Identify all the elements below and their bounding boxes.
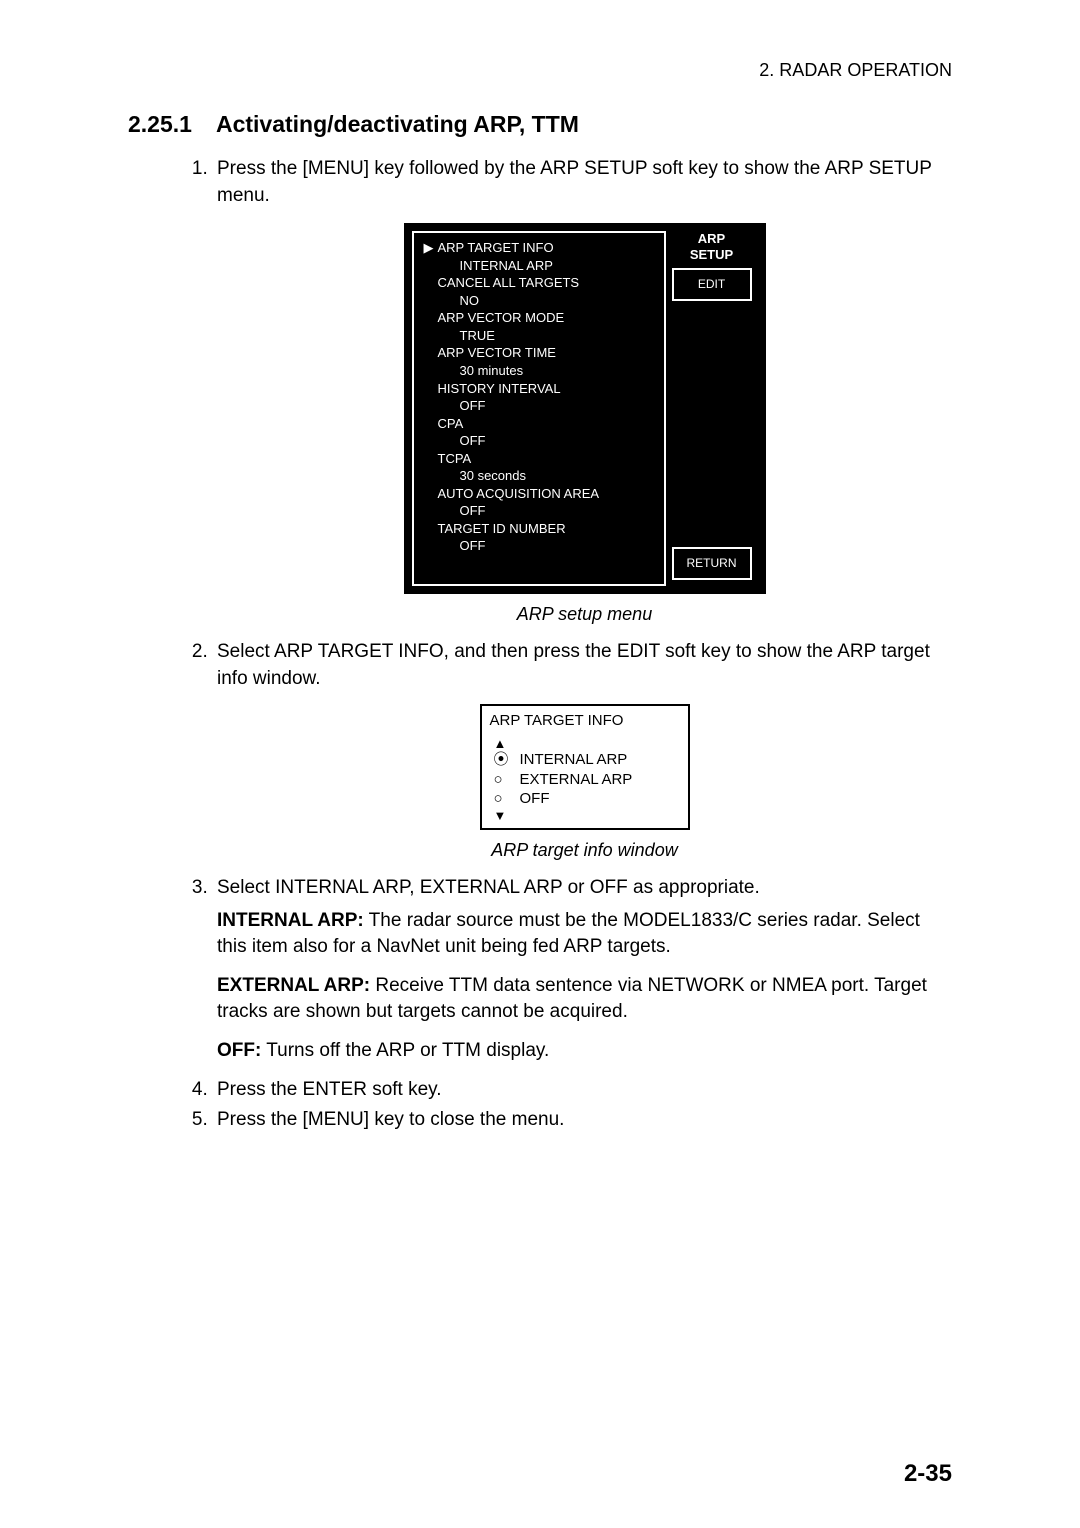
list-item: Press the [MENU] key to close the menu. <box>213 1107 952 1134</box>
menu-item-value: 30 minutes <box>424 362 654 380</box>
menu-pointer-icon: ▶ <box>424 239 438 257</box>
up-arrow-icon: ▲ <box>494 737 520 750</box>
menu-item-value: TRUE <box>424 327 654 345</box>
menu-item-label: ARP VECTOR TIME <box>438 344 654 362</box>
section-heading: 2.25.1 Activating/deactivating ARP, TTM <box>128 111 952 138</box>
menu-item-label: ARP TARGET INFO <box>438 239 654 257</box>
menu-item-label: HISTORY INTERVAL <box>438 380 654 398</box>
section-number: 2.25.1 <box>128 111 192 138</box>
definition-external: EXTERNAL ARP: Receive TTM data sentence … <box>217 973 952 1026</box>
step-5-text: Press the [MENU] key to close the menu. <box>217 1109 564 1130</box>
step-1-text: Press the [MENU] key followed by the ARP… <box>217 158 932 206</box>
radio-unselected-icon: ○ <box>494 789 520 809</box>
menu-item-label: CPA <box>438 415 654 433</box>
radio-unselected-icon: ○ <box>494 770 520 790</box>
step-list: Press the [MENU] key followed by the ARP… <box>128 156 952 1134</box>
arp-setup-sidebar: ARPSETUP EDIT RETURN <box>666 231 758 586</box>
option-label: EXTERNAL ARP <box>520 770 633 790</box>
page-number: 2-35 <box>904 1460 952 1488</box>
running-header: 2. RADAR OPERATION <box>128 60 952 81</box>
edit-softkey: EDIT <box>672 268 752 301</box>
list-item: Press the ENTER soft key. <box>213 1077 952 1104</box>
arp-target-info-figure: ARP TARGET INFO ▲ ⦿INTERNAL ARP ○EXTERNA… <box>217 704 952 830</box>
menu-item-label: CANCEL ALL TARGETS <box>438 274 654 292</box>
menu-item-value: OFF <box>424 397 654 415</box>
return-softkey: RETURN <box>672 547 752 580</box>
definition-off: OFF: Turns off the ARP or TTM display. <box>217 1038 952 1065</box>
section-title: Activating/deactivating ARP, TTM <box>216 111 579 137</box>
menu-item-value: OFF <box>424 502 654 520</box>
radio-selected-icon: ⦿ <box>494 750 520 770</box>
step-3-text: Select INTERNAL ARP, EXTERNAL ARP or OFF… <box>217 877 760 898</box>
figure-caption-2: ARP target info window <box>217 838 952 863</box>
list-item: Press the [MENU] key followed by the ARP… <box>213 156 952 627</box>
arp-setup-menu-panel: ▶ARP TARGET INFO INTERNAL ARP CANCEL ALL… <box>412 231 666 586</box>
definition-internal: INTERNAL ARP: The radar source must be t… <box>217 908 952 961</box>
step-4-text: Press the ENTER soft key. <box>217 1079 442 1100</box>
figure-caption-1: ARP setup menu <box>217 602 952 627</box>
menu-item-label: TARGET ID NUMBER <box>438 520 654 538</box>
menu-item-value: OFF <box>424 537 654 555</box>
list-item: Select ARP TARGET INFO, and then press t… <box>213 639 952 863</box>
sidebar-heading: ARPSETUP <box>666 231 758 268</box>
list-item: Select INTERNAL ARP, EXTERNAL ARP or OFF… <box>213 875 952 1065</box>
menu-item-value: INTERNAL ARP <box>424 257 654 275</box>
option-label: INTERNAL ARP <box>520 750 628 770</box>
menu-item-value: OFF <box>424 432 654 450</box>
down-arrow-icon: ▼ <box>494 809 520 822</box>
arp-setup-figure: ▶ARP TARGET INFO INTERNAL ARP CANCEL ALL… <box>217 223 952 594</box>
menu-item-value: 30 seconds <box>424 467 654 485</box>
step-2-text: Select ARP TARGET INFO, and then press t… <box>217 641 930 689</box>
menu-item-label: TCPA <box>438 450 654 468</box>
option-label: OFF <box>520 789 550 809</box>
arp-info-title: ARP TARGET INFO <box>482 706 688 733</box>
menu-item-value: NO <box>424 292 654 310</box>
menu-item-label: AUTO ACQUISITION AREA <box>438 485 654 503</box>
menu-item-label: ARP VECTOR MODE <box>438 309 654 327</box>
